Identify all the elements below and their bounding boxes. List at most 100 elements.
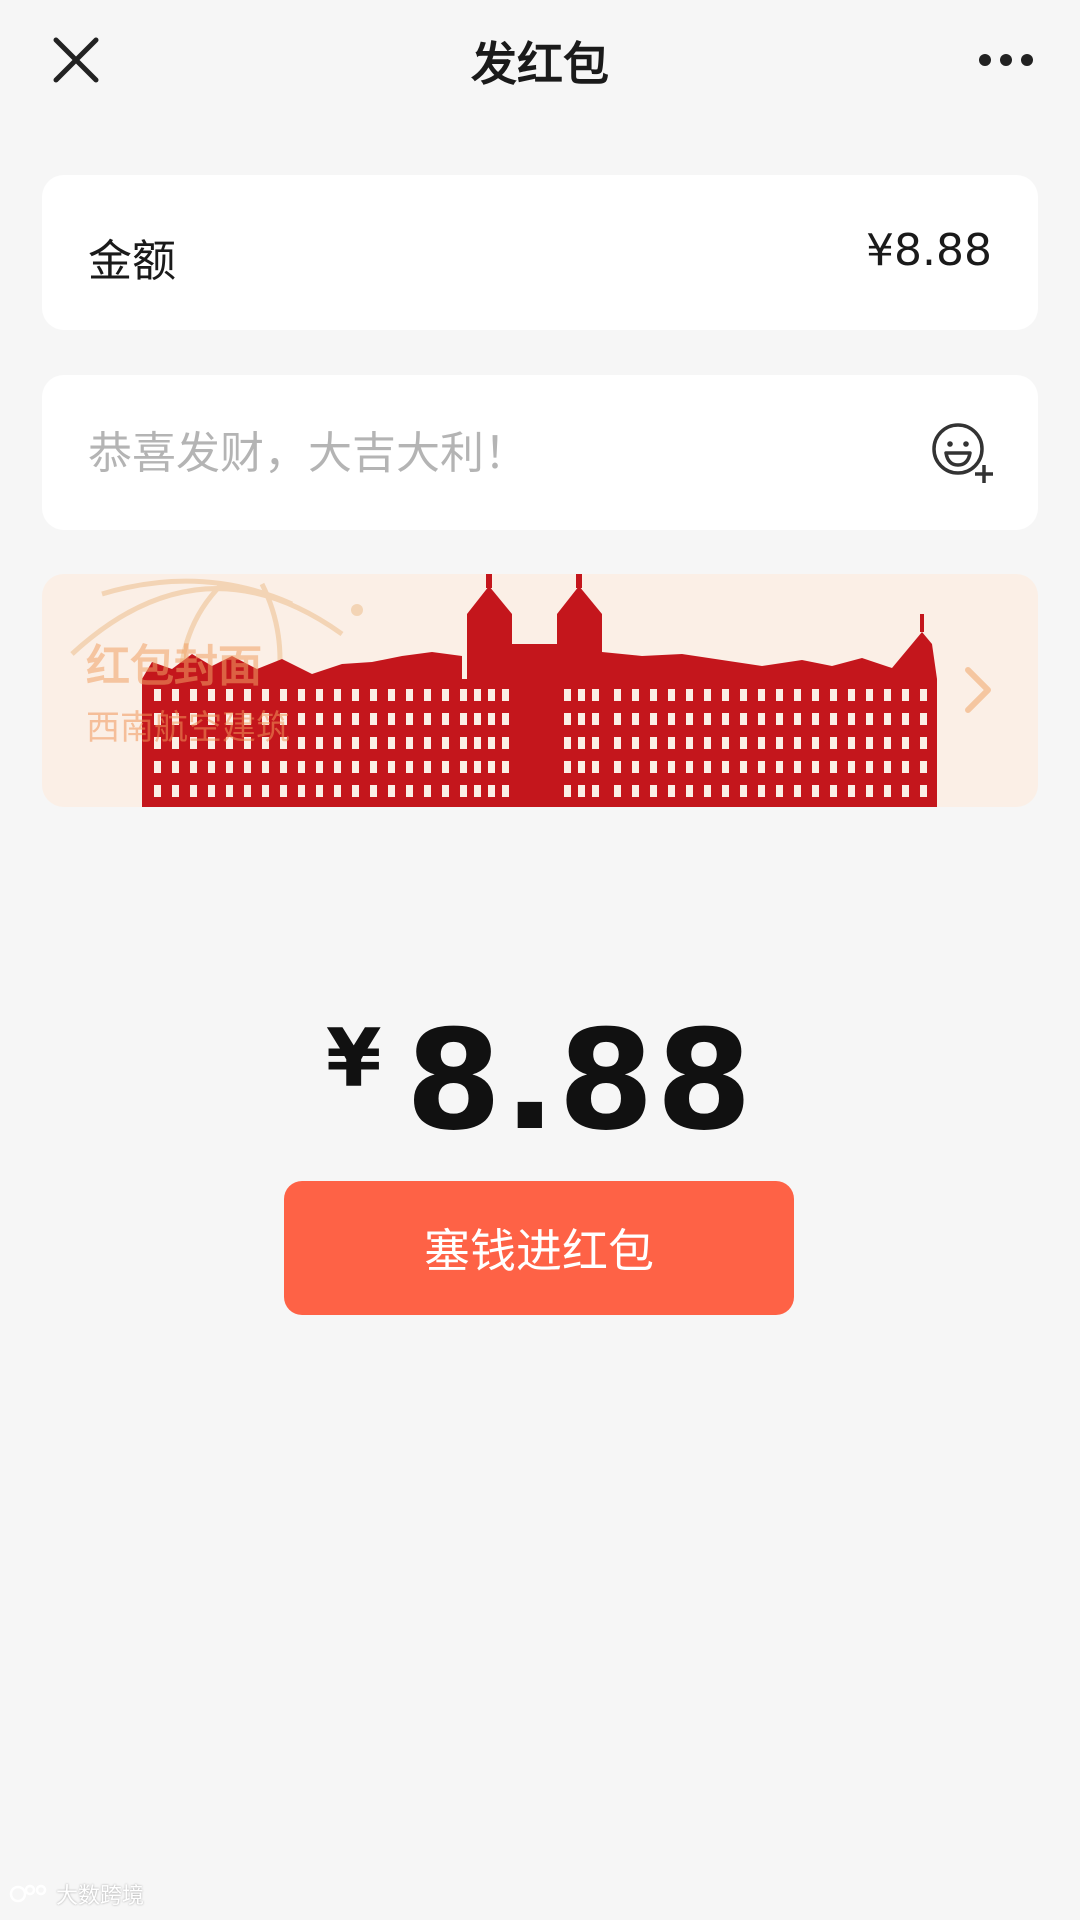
building-window bbox=[334, 737, 341, 749]
building-window bbox=[406, 713, 413, 725]
building-window bbox=[614, 713, 621, 725]
total-amount: 8.88 bbox=[405, 1000, 755, 1161]
building-window bbox=[298, 761, 305, 773]
building-window bbox=[424, 761, 431, 773]
building-window bbox=[474, 713, 481, 725]
building-window bbox=[758, 713, 765, 725]
building-window bbox=[460, 713, 467, 725]
building-window bbox=[866, 785, 873, 797]
building-window bbox=[406, 689, 413, 701]
building-window bbox=[686, 689, 693, 701]
red-packet-cover-selector[interactable]: 红包封面 西南航空建筑 bbox=[42, 574, 1038, 807]
amount-card[interactable]: 金额 ¥8.88 bbox=[42, 175, 1038, 330]
building-window bbox=[812, 785, 819, 797]
building-window bbox=[704, 785, 711, 797]
building-window bbox=[722, 737, 729, 749]
building-window bbox=[830, 785, 837, 797]
building-window bbox=[578, 761, 585, 773]
building-window bbox=[316, 737, 323, 749]
building-window bbox=[758, 689, 765, 701]
building-window bbox=[650, 713, 657, 725]
building-window bbox=[406, 761, 413, 773]
building-window bbox=[848, 785, 855, 797]
more-button[interactable] bbox=[976, 40, 1036, 80]
building-window bbox=[442, 761, 449, 773]
building-window bbox=[650, 761, 657, 773]
building-window bbox=[298, 689, 305, 701]
building-window bbox=[488, 785, 495, 797]
building-window bbox=[388, 761, 395, 773]
building-window bbox=[474, 689, 481, 701]
building-window bbox=[794, 737, 801, 749]
building-window bbox=[866, 761, 873, 773]
send-red-packet-button[interactable]: 塞钱进红包 bbox=[284, 1181, 794, 1315]
building-window bbox=[866, 713, 873, 725]
building-window bbox=[488, 737, 495, 749]
building-window bbox=[776, 713, 783, 725]
building-window bbox=[244, 785, 251, 797]
building-window bbox=[226, 785, 233, 797]
building-window bbox=[866, 737, 873, 749]
blessing-message-input[interactable] bbox=[88, 413, 908, 493]
building-window bbox=[502, 689, 509, 701]
building-window bbox=[316, 761, 323, 773]
building-window bbox=[848, 689, 855, 701]
building-window bbox=[442, 713, 449, 725]
top-bar: 发红包 bbox=[0, 0, 1080, 120]
total-amount-display: ¥8.88 bbox=[0, 1000, 1080, 1161]
building-window bbox=[592, 785, 599, 797]
building-window bbox=[388, 737, 395, 749]
emoji-button[interactable] bbox=[930, 421, 996, 487]
building-window bbox=[848, 737, 855, 749]
building-window bbox=[794, 785, 801, 797]
building-window bbox=[884, 689, 891, 701]
building-window bbox=[334, 785, 341, 797]
building-window bbox=[370, 689, 377, 701]
building-window bbox=[776, 737, 783, 749]
building-window bbox=[740, 713, 747, 725]
building-window bbox=[370, 737, 377, 749]
building-window bbox=[686, 761, 693, 773]
building-window bbox=[614, 689, 621, 701]
building-window bbox=[388, 689, 395, 701]
building-window bbox=[578, 737, 585, 749]
building-window bbox=[208, 761, 215, 773]
building-window bbox=[704, 713, 711, 725]
building-window bbox=[352, 713, 359, 725]
building-window bbox=[460, 689, 467, 701]
building-window bbox=[614, 785, 621, 797]
cover-subtitle: 西南航空建筑 bbox=[86, 708, 290, 748]
building-window bbox=[740, 737, 747, 749]
building-window bbox=[442, 785, 449, 797]
building-window bbox=[370, 761, 377, 773]
building-window bbox=[668, 713, 675, 725]
building-window bbox=[920, 761, 927, 773]
building-window bbox=[564, 713, 571, 725]
building-window bbox=[704, 761, 711, 773]
building-window bbox=[488, 689, 495, 701]
building-window bbox=[388, 713, 395, 725]
building-window bbox=[722, 761, 729, 773]
building-window bbox=[442, 737, 449, 749]
amount-value: ¥8.88 bbox=[866, 225, 992, 276]
watermark-text: 大数跨境 bbox=[56, 1884, 145, 1909]
building-window bbox=[298, 713, 305, 725]
building-window bbox=[776, 761, 783, 773]
building-window bbox=[442, 689, 449, 701]
building-window bbox=[564, 785, 571, 797]
building-window bbox=[632, 713, 639, 725]
building-window bbox=[668, 761, 675, 773]
building-window bbox=[460, 785, 467, 797]
building-window bbox=[884, 761, 891, 773]
building-window bbox=[334, 713, 341, 725]
building-window bbox=[370, 713, 377, 725]
building-window bbox=[614, 761, 621, 773]
building-window bbox=[668, 689, 675, 701]
building-window bbox=[830, 761, 837, 773]
building-window bbox=[208, 785, 215, 797]
building-window bbox=[794, 689, 801, 701]
building-window bbox=[488, 713, 495, 725]
building-window bbox=[352, 785, 359, 797]
building-window bbox=[776, 785, 783, 797]
building-window bbox=[704, 737, 711, 749]
